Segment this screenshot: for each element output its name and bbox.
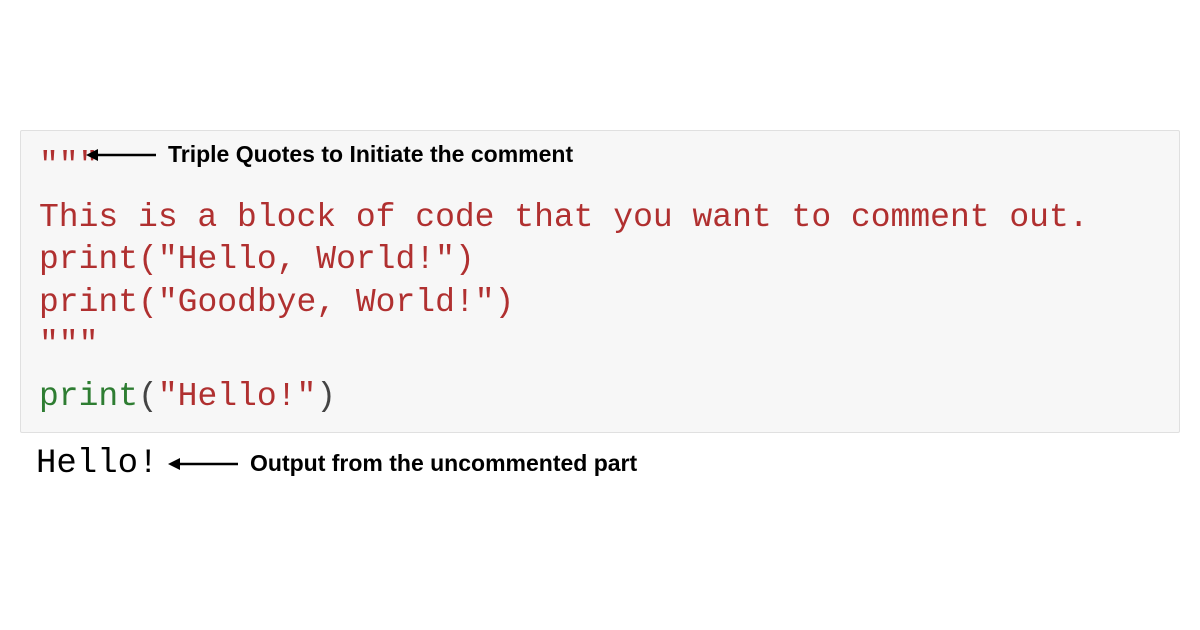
arrow-left-icon bbox=[86, 147, 156, 163]
print-token: print bbox=[39, 241, 138, 278]
code-exec-line: print("Hello!") bbox=[39, 376, 1161, 418]
annotation-bottom-label: Output from the uncommented part bbox=[250, 450, 637, 477]
print-token: print bbox=[39, 378, 138, 415]
string-arg: "Goodbye, World!" bbox=[158, 284, 495, 321]
paren-close: ) bbox=[455, 241, 475, 278]
string-arg: "Hello!" bbox=[158, 378, 316, 415]
code-comment-line-1: This is a block of code that you want to… bbox=[39, 197, 1161, 239]
output-text: Hello! bbox=[36, 445, 158, 483]
code-block: """ This is a block of code that you wan… bbox=[20, 130, 1180, 433]
paren-open: ( bbox=[138, 284, 158, 321]
string-arg: "Hello, World!" bbox=[158, 241, 455, 278]
annotation-top-label: Triple Quotes to Initiate the comment bbox=[168, 141, 573, 168]
arrow-left-icon bbox=[168, 456, 238, 472]
paren-close: ) bbox=[495, 284, 515, 321]
code-comment-line-3: print("Goodbye, World!") bbox=[39, 282, 1161, 324]
print-token: print bbox=[39, 284, 138, 321]
code-close-quotes: """ bbox=[39, 324, 1161, 366]
paren-close: ) bbox=[316, 378, 336, 415]
code-comment-line-2: print("Hello, World!") bbox=[39, 239, 1161, 281]
annotation-bottom: Output from the uncommented part bbox=[168, 450, 637, 477]
paren-open: ( bbox=[138, 378, 158, 415]
paren-open: ( bbox=[138, 241, 158, 278]
annotation-top: Triple Quotes to Initiate the comment bbox=[86, 141, 573, 168]
